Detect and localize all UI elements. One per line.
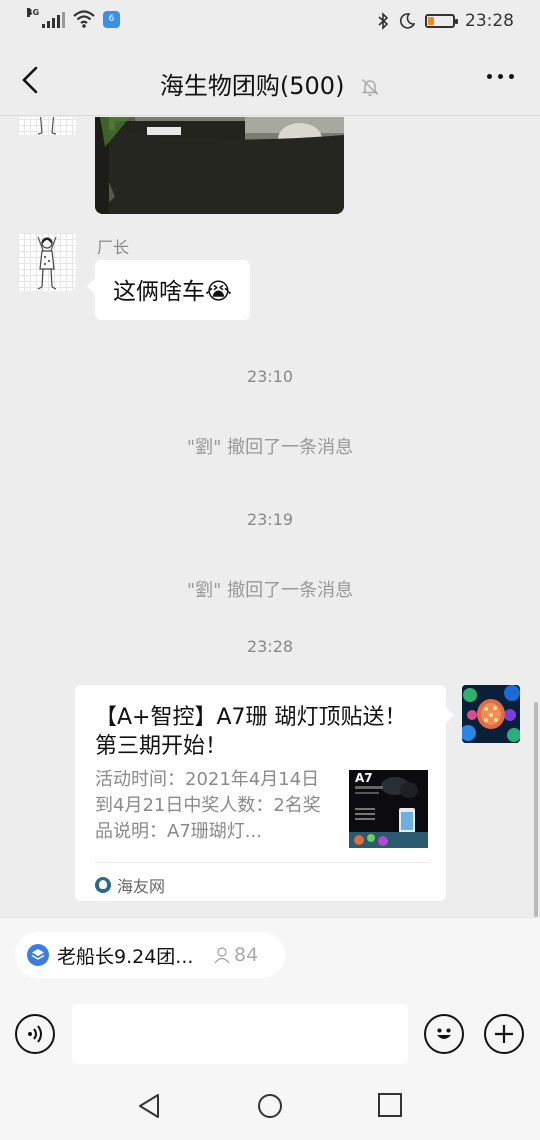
message-text: 这俩啥车 bbox=[113, 279, 205, 305]
card-thumbnail-label: A7 bbox=[355, 771, 373, 785]
system-nav-bar bbox=[0, 1072, 540, 1140]
chat-scrollbar[interactable] bbox=[534, 702, 538, 917]
member-count-value: 84 bbox=[234, 944, 259, 966]
timestamp: 23:19 bbox=[246, 510, 294, 529]
card-thumbnail: A7 bbox=[349, 770, 428, 848]
source-logo-icon bbox=[95, 877, 111, 893]
card-description: 活动时间：2021年4月14日到4月21日中奖人数：2名奖品说明：A7珊瑚灯..… bbox=[95, 769, 321, 842]
group-announcement-pill[interactable]: 老船长9.24团... 84 bbox=[15, 932, 285, 978]
timestamp: 23:28 bbox=[246, 637, 294, 656]
battery-icon bbox=[425, 14, 458, 28]
link-card-message[interactable]: 【A+智控】A7珊 瑚灯顶贴送！ 第三期开始！ 活动时间：2021年4月14日到… bbox=[75, 685, 454, 901]
bluetooth-icon bbox=[378, 12, 389, 30]
crying-face-emoji: 😭 bbox=[205, 279, 232, 305]
emoji-icon[interactable] bbox=[424, 1014, 464, 1054]
photo-message[interactable] bbox=[95, 117, 344, 214]
announcement-text: 老船长9.24团... bbox=[57, 945, 194, 968]
sender-name: 厂长 bbox=[97, 238, 130, 257]
nav-recents-icon[interactable] bbox=[377, 1092, 403, 1118]
chat-title: 海生物团购(500) bbox=[159, 72, 345, 100]
nav-back-icon[interactable] bbox=[136, 1092, 164, 1120]
input-row bbox=[0, 1002, 540, 1068]
title-bar: 海生物团购(500) bbox=[0, 44, 540, 116]
recall-notice: "劉" 撤回了一条消息 bbox=[186, 437, 354, 458]
moon-icon bbox=[399, 13, 415, 29]
recall-notice: "劉" 撤回了一条消息 bbox=[186, 580, 354, 601]
nav-home-icon[interactable] bbox=[256, 1092, 284, 1120]
cellular-signal-icon: 4G bbox=[27, 8, 65, 28]
plus-icon[interactable] bbox=[484, 1014, 524, 1054]
chat-header: 海生物团购(500) bbox=[0, 66, 540, 101]
status-right: 23:28 bbox=[377, 11, 514, 31]
member-count: 84 bbox=[213, 944, 258, 966]
person-icon bbox=[214, 947, 230, 964]
status-bar: 4G 6 23:28 bbox=[0, 0, 540, 44]
wifi-hotspot-badge: 6 bbox=[103, 11, 120, 28]
clock: 23:28 bbox=[465, 11, 514, 31]
status-left: 4G 6 bbox=[27, 8, 120, 28]
more-dots-icon[interactable] bbox=[487, 74, 514, 79]
layers-icon bbox=[27, 944, 49, 966]
voice-icon[interactable] bbox=[15, 1014, 55, 1054]
card-source-name: 海友网 bbox=[117, 877, 166, 896]
chat-messages[interactable]: 厂长 这俩啥车😭 23:10 "劉" 撤回了一条消息 23:19 "劉" 撤回了… bbox=[0, 117, 540, 917]
bell-off-icon bbox=[361, 78, 379, 96]
network-type: 4G bbox=[27, 8, 40, 17]
card-title: 【A+智控】A7珊 瑚灯顶贴送！ 第三期开始！ bbox=[95, 705, 407, 759]
battery-level bbox=[428, 17, 434, 25]
wifi-icon bbox=[73, 10, 95, 28]
avatar-changzhang-previous[interactable] bbox=[18, 117, 76, 135]
text-message[interactable]: 这俩啥车😭 bbox=[87, 260, 250, 320]
avatar-self[interactable] bbox=[462, 685, 520, 743]
timestamp: 23:10 bbox=[246, 367, 294, 386]
avatar-changzhang[interactable] bbox=[18, 233, 76, 291]
card-source: 海友网 bbox=[95, 862, 430, 897]
message-input[interactable] bbox=[72, 1004, 408, 1064]
